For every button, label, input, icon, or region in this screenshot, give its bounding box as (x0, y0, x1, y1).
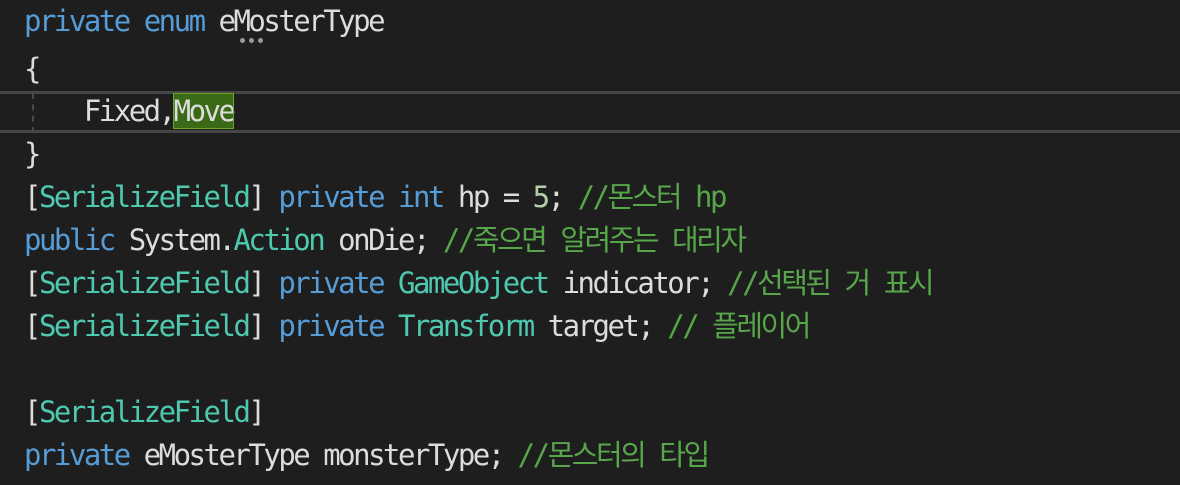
code-token: target; (532, 309, 668, 343)
code-token: SerializeField (38, 180, 251, 214)
code-token: Fixed, (24, 94, 176, 128)
code-token: SerializeField (38, 266, 251, 300)
code-token: onDie; (323, 223, 443, 257)
code-line[interactable]: [SerializeField] private GameObject indi… (24, 262, 935, 305)
code-token: ] (248, 266, 279, 300)
code-line[interactable]: [SerializeField] private Transform targe… (24, 305, 811, 348)
code-line[interactable]: [SerializeField] (24, 391, 266, 434)
code-editor[interactable]: private enum eMosterType{ Fixed,Move} [Se… (0, 0, 1180, 485)
code-token: // 플레이어 (667, 309, 811, 343)
code-token: indicator; (547, 266, 728, 300)
code-token: public (24, 223, 116, 257)
code-token: //몬스터의 타입 (517, 438, 710, 472)
code-token: 5 (532, 180, 550, 214)
code-token: [ (24, 309, 41, 343)
selected-token: Move (172, 93, 236, 129)
code-line[interactable]: Fixed,Move (24, 90, 236, 133)
code-line[interactable]: { (24, 48, 41, 91)
code-token: private (24, 4, 131, 38)
code-token: eMosterType monsterType; (128, 438, 518, 472)
code-token: private (278, 180, 385, 214)
code-token: SerializeField (38, 309, 251, 343)
code-token: eMosterType (218, 4, 386, 38)
code-token: System. (113, 223, 236, 257)
code-token: private (278, 266, 385, 300)
code-line[interactable]: private eMosterType monsterType; //몬스터의 … (24, 434, 710, 477)
code-token: private (24, 438, 131, 472)
code-token: //몬스터 hp (577, 180, 728, 214)
code-token: enum (143, 4, 206, 38)
code-token: { (24, 52, 41, 86)
code-token: [ (24, 180, 41, 214)
code-token: //선택된 거 표시 (727, 266, 934, 300)
code-token: ] (248, 309, 279, 343)
code-token: GameObject (398, 266, 550, 300)
code-line[interactable]: public System.Action onDie; //죽으면 알려주는 대… (24, 219, 747, 262)
code-token: private (278, 309, 385, 343)
code-token: } (24, 137, 41, 171)
code-token: ] (248, 180, 279, 214)
code-token: int (398, 180, 445, 214)
code-token: SerializeField (38, 395, 251, 429)
code-token: //죽으면 알려주는 대리자 (442, 223, 747, 257)
code-token: hp = (442, 180, 533, 214)
code-line[interactable]: [SerializeField] private int hp = 5; //몬… (24, 176, 728, 219)
code-line[interactable]: private enum eMosterType (24, 0, 386, 43)
code-token: [ (24, 266, 41, 300)
code-token: Transform (398, 309, 535, 343)
code-token: Action (233, 223, 325, 257)
code-token: ; (547, 180, 578, 214)
code-token: [ (24, 395, 41, 429)
code-line[interactable]: } (24, 133, 41, 176)
code-token: ] (248, 395, 265, 429)
